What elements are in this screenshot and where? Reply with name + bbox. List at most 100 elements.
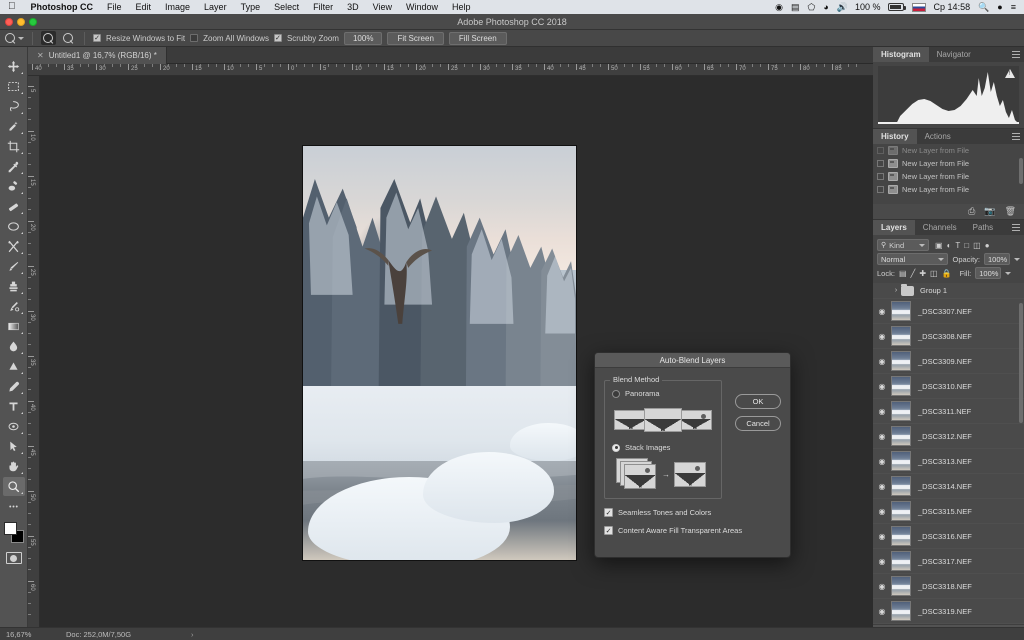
zoom-percent-field[interactable]: 100%	[344, 32, 382, 45]
layer-filter-kind-select[interactable]: ⚲ Kind	[877, 239, 929, 251]
clock-label[interactable]: Cp 14:58	[930, 2, 975, 12]
zoom-out-icon[interactable]	[61, 31, 76, 45]
scrubby-zoom-checkbox[interactable]: ✓	[274, 34, 282, 42]
layer-visibility-icon[interactable]: ◉	[873, 357, 891, 366]
move-tool[interactable]	[3, 57, 25, 76]
layer-row[interactable]: ◉_DSC3311.NEF	[873, 399, 1024, 424]
opacity-value[interactable]: 100%	[984, 253, 1010, 265]
layer-visibility-icon[interactable]: ◉	[873, 407, 891, 416]
zoom-tool[interactable]	[3, 477, 25, 496]
layer-row[interactable]: ◉_DSC3313.NEF	[873, 449, 1024, 474]
seamless-tones-option[interactable]: ✓ Seamless Tones and Colors	[604, 508, 781, 517]
direct-selection-arrow-tool[interactable]	[3, 437, 25, 456]
resize-windows-checkbox[interactable]: ✓	[93, 34, 101, 42]
siri-icon[interactable]: ●	[993, 2, 1006, 12]
close-icon[interactable]: ✕	[37, 51, 44, 60]
menu-file[interactable]: File	[100, 2, 129, 12]
tab-paths[interactable]: Paths	[965, 220, 1001, 235]
history-brush-tool[interactable]	[3, 297, 25, 316]
content-aware-fill-option[interactable]: ✓ Content Aware Fill Transparent Areas	[604, 526, 781, 535]
lock-position-icon[interactable]: ✚	[919, 269, 926, 278]
more-tools-button[interactable]	[3, 497, 25, 516]
menu-help[interactable]: Help	[445, 2, 478, 12]
panorama-radio[interactable]	[612, 390, 620, 398]
layer-row[interactable]: ◉_DSC3316.NEF	[873, 524, 1024, 549]
layer-visibility-icon[interactable]: ◉	[873, 332, 891, 341]
seamless-tones-checkbox[interactable]: ✓	[604, 508, 613, 517]
layer-visibility-icon[interactable]: ◉	[873, 557, 891, 566]
cancel-button[interactable]: Cancel	[735, 416, 781, 431]
history-snapshot-toggle[interactable]	[877, 147, 884, 154]
clone-stamp-tool[interactable]	[3, 237, 25, 256]
blur-tool[interactable]	[3, 337, 25, 356]
smart-object-filter-icon[interactable]: ◫	[973, 241, 981, 250]
fit-screen-button[interactable]: Fit Screen	[387, 32, 443, 45]
stack-images-radio[interactable]	[612, 444, 620, 452]
history-item[interactable]: New Layer from File	[873, 157, 1024, 170]
adjustment-filter-icon[interactable]: ◐	[947, 241, 952, 250]
delete-icon[interactable]: 🗑	[1005, 206, 1016, 217]
healing-brush-tool[interactable]	[3, 177, 25, 196]
layers-list[interactable]: › Group 1 ◉_DSC3307.NEF◉_DSC3308.NEF◉_DS…	[873, 283, 1024, 625]
layers-scrollbar[interactable]	[1019, 303, 1023, 423]
history-snapshot-toggle[interactable]	[877, 160, 884, 167]
eyedropper-tool[interactable]	[3, 157, 25, 176]
layer-row[interactable]: ◉_DSC3317.NEF	[873, 549, 1024, 574]
chevron-down-icon[interactable]	[1014, 258, 1020, 261]
dodge-tool[interactable]	[3, 357, 25, 376]
chevron-down-icon[interactable]	[938, 258, 944, 261]
layer-visibility-icon[interactable]: ◉	[873, 507, 891, 516]
chevron-right-icon[interactable]: ›	[891, 287, 901, 294]
spotlight-icon[interactable]: 🔍	[974, 2, 993, 13]
foreground-color-swatch[interactable]	[4, 522, 17, 535]
gradient-tool[interactable]	[3, 317, 25, 336]
menu-filter[interactable]: Filter	[306, 2, 340, 12]
create-snapshot-icon[interactable]: 📷	[984, 206, 995, 217]
tab-navigator[interactable]: Navigator	[929, 47, 979, 62]
menu-type[interactable]: Type	[234, 2, 268, 12]
tab-actions[interactable]: Actions	[917, 129, 959, 144]
layer-visibility-icon[interactable]: ◉	[873, 482, 891, 491]
layer-visibility-icon[interactable]: ◉	[873, 532, 891, 541]
menu-app-name[interactable]: Photoshop CC	[24, 2, 101, 12]
layer-row[interactable]: ◉_DSC3310.NEF	[873, 374, 1024, 399]
history-scrollbar[interactable]	[1019, 158, 1023, 184]
quick-mask-icon[interactable]	[6, 552, 22, 564]
blend-mode-select[interactable]: Normal	[877, 253, 948, 265]
stamp-tool[interactable]	[3, 277, 25, 296]
stack-images-option[interactable]: Stack Images	[612, 443, 714, 452]
layer-group-row[interactable]: › Group 1	[873, 283, 1024, 299]
panel-menu-icon[interactable]	[1012, 224, 1020, 231]
eraser-tool-top[interactable]	[3, 197, 25, 216]
menu-image[interactable]: Image	[158, 2, 197, 12]
menu-edit[interactable]: Edit	[129, 2, 159, 12]
document-image[interactable]	[302, 145, 577, 561]
panorama-option[interactable]: Panorama	[612, 389, 714, 398]
tab-histogram[interactable]: Histogram	[873, 47, 929, 62]
layer-visibility-icon[interactable]: ◉	[873, 607, 891, 616]
history-snapshot-toggle[interactable]	[877, 186, 884, 193]
layer-visibility-icon[interactable]: ◉	[873, 307, 891, 316]
status-zoom-level[interactable]: 16,67%	[0, 630, 60, 639]
hand-tool[interactable]	[3, 457, 25, 476]
cached-data-warning-icon[interactable]	[1005, 69, 1015, 78]
layer-visibility-icon[interactable]: ◉	[873, 582, 891, 591]
panel-menu-icon[interactable]	[1012, 51, 1020, 58]
type-filter-icon[interactable]: T	[955, 241, 960, 250]
zoom-all-windows-checkbox[interactable]: ✓	[190, 34, 198, 42]
marquee-elliptical-tool[interactable]	[3, 217, 25, 236]
content-aware-fill-checkbox[interactable]: ✓	[604, 526, 613, 535]
path-selection-tool[interactable]	[3, 417, 25, 436]
fill-value[interactable]: 100%	[975, 267, 1001, 279]
layer-row[interactable]: ◉_DSC3319.NEF	[873, 599, 1024, 624]
lock-all-icon[interactable]: 🔒	[942, 269, 952, 278]
lock-transparent-pixels-icon[interactable]: ▤	[899, 269, 907, 278]
layer-visibility-icon[interactable]: ◉	[873, 382, 891, 391]
history-list[interactable]: New Layer from File New Layer from File …	[873, 144, 1024, 204]
shape-filter-icon[interactable]: □	[964, 241, 969, 250]
layer-row[interactable]: ◉_DSC3308.NEF	[873, 324, 1024, 349]
menu-layer[interactable]: Layer	[197, 2, 234, 12]
apple-icon[interactable]: 	[4, 2, 24, 12]
menu-window[interactable]: Window	[399, 2, 445, 12]
history-item[interactable]: New Layer from File	[873, 170, 1024, 183]
